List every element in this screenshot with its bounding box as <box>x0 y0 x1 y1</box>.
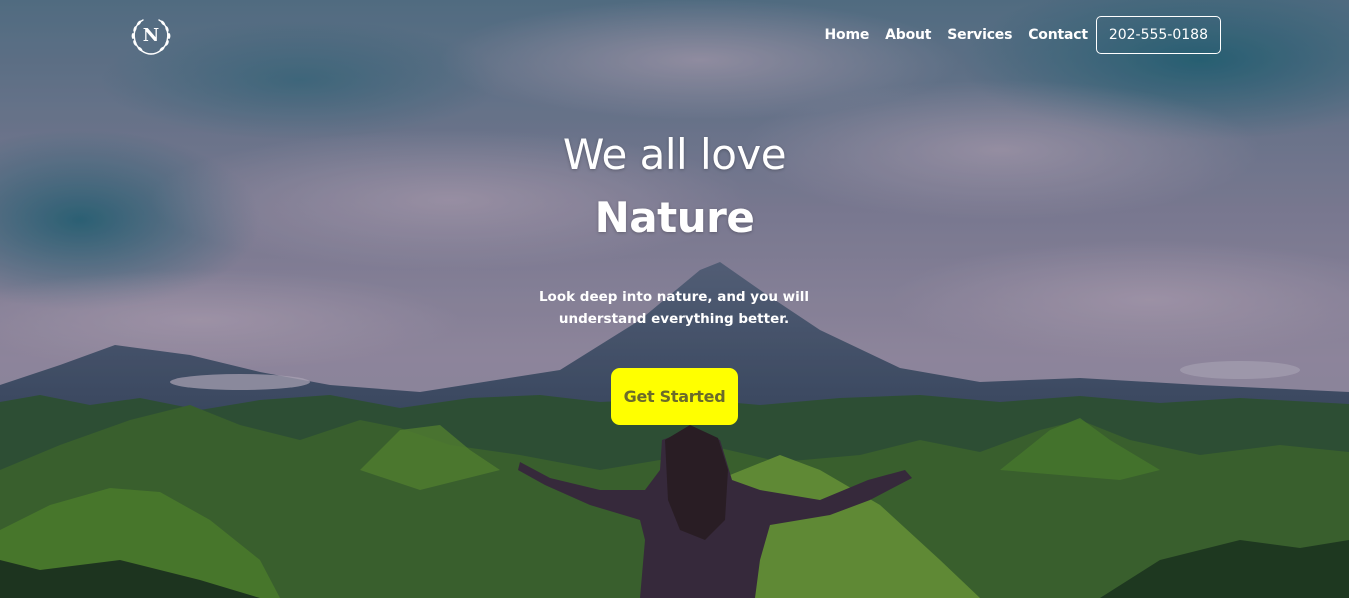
hero-subtitle: Look deep into nature, and you will unde… <box>538 289 810 327</box>
nav-link-about[interactable]: About <box>885 27 931 43</box>
hero-section: N Home About Services Contact 202-555-01… <box>0 0 1349 598</box>
nav-link-home[interactable]: Home <box>825 27 870 43</box>
main-nav: Home About Services Contact 202-555-0188 <box>825 16 1221 54</box>
get-started-button[interactable]: Get Started <box>611 368 738 425</box>
hero-headline-line1: We all love <box>562 130 787 179</box>
nav-link-contact[interactable]: Contact <box>1028 27 1088 43</box>
hero-headline-line2: Nature <box>594 193 755 242</box>
nav-link-services[interactable]: Services <box>947 27 1012 43</box>
site-logo[interactable]: N <box>127 14 175 58</box>
phone-button[interactable]: 202-555-0188 <box>1095 16 1221 54</box>
logo-letter: N <box>142 24 160 46</box>
